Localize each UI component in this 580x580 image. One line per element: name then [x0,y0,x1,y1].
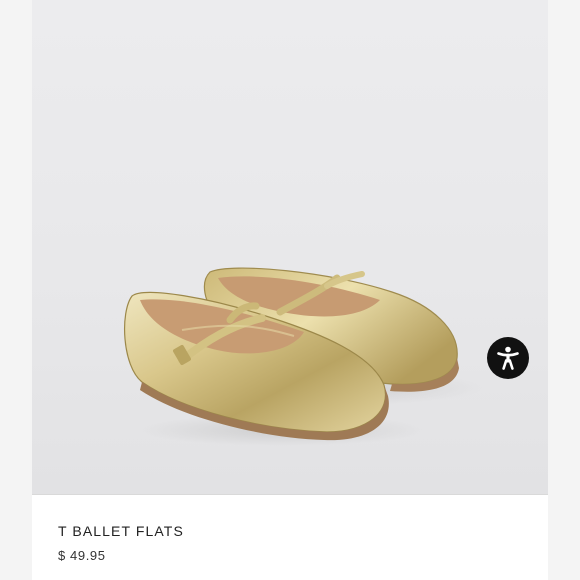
accessibility-person-icon [497,346,519,370]
product-price: $ 49.95 [58,548,106,563]
product-name[interactable]: T BALLET FLATS [58,523,184,539]
product-card[interactable]: T BALLET FLATS $ 49.95 [32,0,548,580]
image-divider [32,494,548,495]
accessibility-button[interactable] [487,337,529,379]
shoes-illustration [123,267,482,446]
product-image[interactable] [32,0,548,494]
